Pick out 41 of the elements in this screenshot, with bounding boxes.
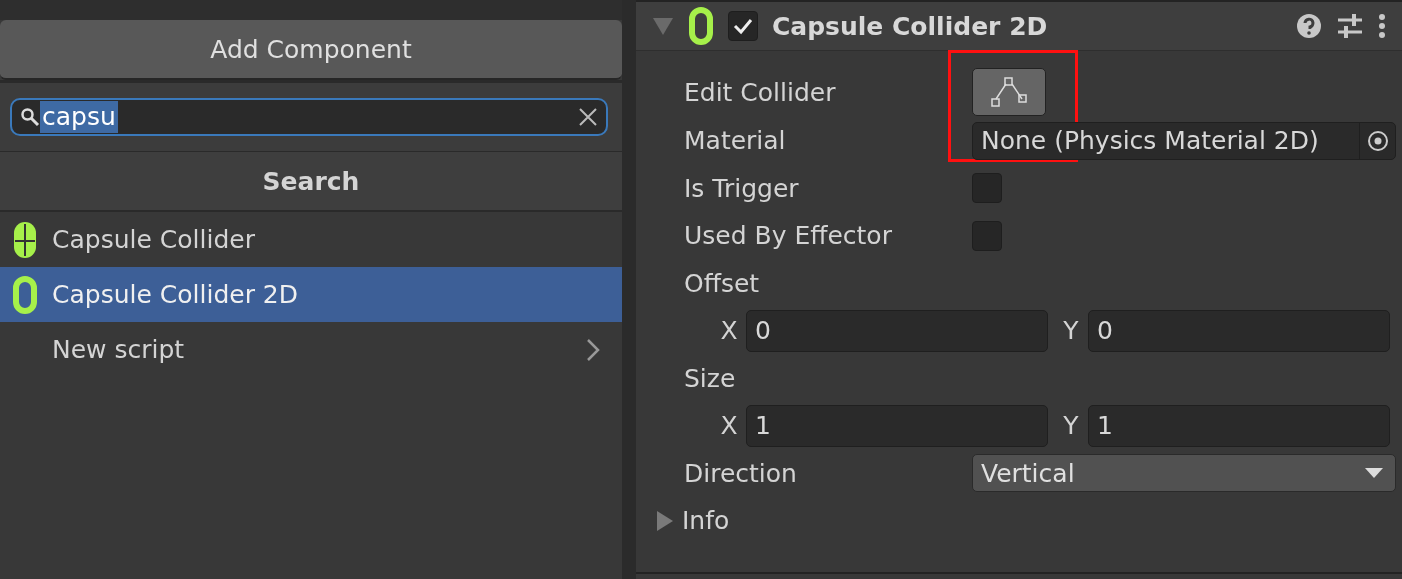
property-label: Direction	[684, 458, 798, 488]
component-list-item[interactable]: Capsule Collider	[0, 212, 622, 267]
number-field[interactable]: 1	[1088, 404, 1390, 447]
property-label: Offset	[684, 268, 761, 298]
polygon-nodes-icon	[989, 75, 1029, 109]
property-label: Edit Collider	[684, 77, 837, 107]
property-label: Used By Effector	[684, 221, 893, 251]
check-icon	[733, 17, 753, 35]
chevron-icon	[586, 337, 600, 362]
capsule-icon	[12, 275, 38, 314]
help-icon[interactable]	[1296, 13, 1322, 39]
axis-label: X	[719, 316, 739, 346]
number-field[interactable]: 1	[746, 404, 1048, 447]
add-component-button[interactable]: Add Component	[0, 20, 622, 80]
search-icon	[20, 107, 40, 127]
object-field[interactable]: None (Physics Material 2D)	[972, 121, 1396, 160]
enabled-checkbox[interactable]	[728, 11, 758, 41]
property-label: Material	[684, 126, 787, 156]
toggle-checkbox[interactable]	[972, 173, 1002, 204]
category-header: Search	[0, 152, 622, 212]
capsule-icon	[688, 7, 714, 45]
component-list-item[interactable]: New script	[0, 322, 622, 377]
toggle-checkbox[interactable]	[972, 220, 1002, 251]
search-field[interactable]: capsu	[10, 98, 608, 136]
axis-label: Y	[1062, 411, 1080, 441]
component-list-item[interactable]: Capsule Collider 2D	[0, 267, 622, 322]
sliders-icon[interactable]	[1336, 13, 1364, 39]
axis-label: X	[719, 411, 739, 441]
dropdown[interactable]: Vertical	[972, 454, 1396, 493]
edit-collider-button[interactable]	[972, 68, 1046, 116]
axis-label: Y	[1062, 316, 1080, 346]
clear-icon[interactable]	[578, 107, 598, 127]
capsule-icon	[12, 220, 38, 259]
more-icon[interactable]	[1378, 13, 1386, 39]
number-field[interactable]: 0	[746, 309, 1048, 352]
dropdown-arrow-icon	[1365, 467, 1383, 480]
foldout-label[interactable]: Info	[682, 506, 730, 536]
property-label: Size	[684, 363, 737, 393]
component-title: Capsule Collider 2D	[772, 11, 1049, 41]
property-label: Is Trigger	[684, 173, 800, 203]
number-field[interactable]: 0	[1088, 309, 1390, 352]
